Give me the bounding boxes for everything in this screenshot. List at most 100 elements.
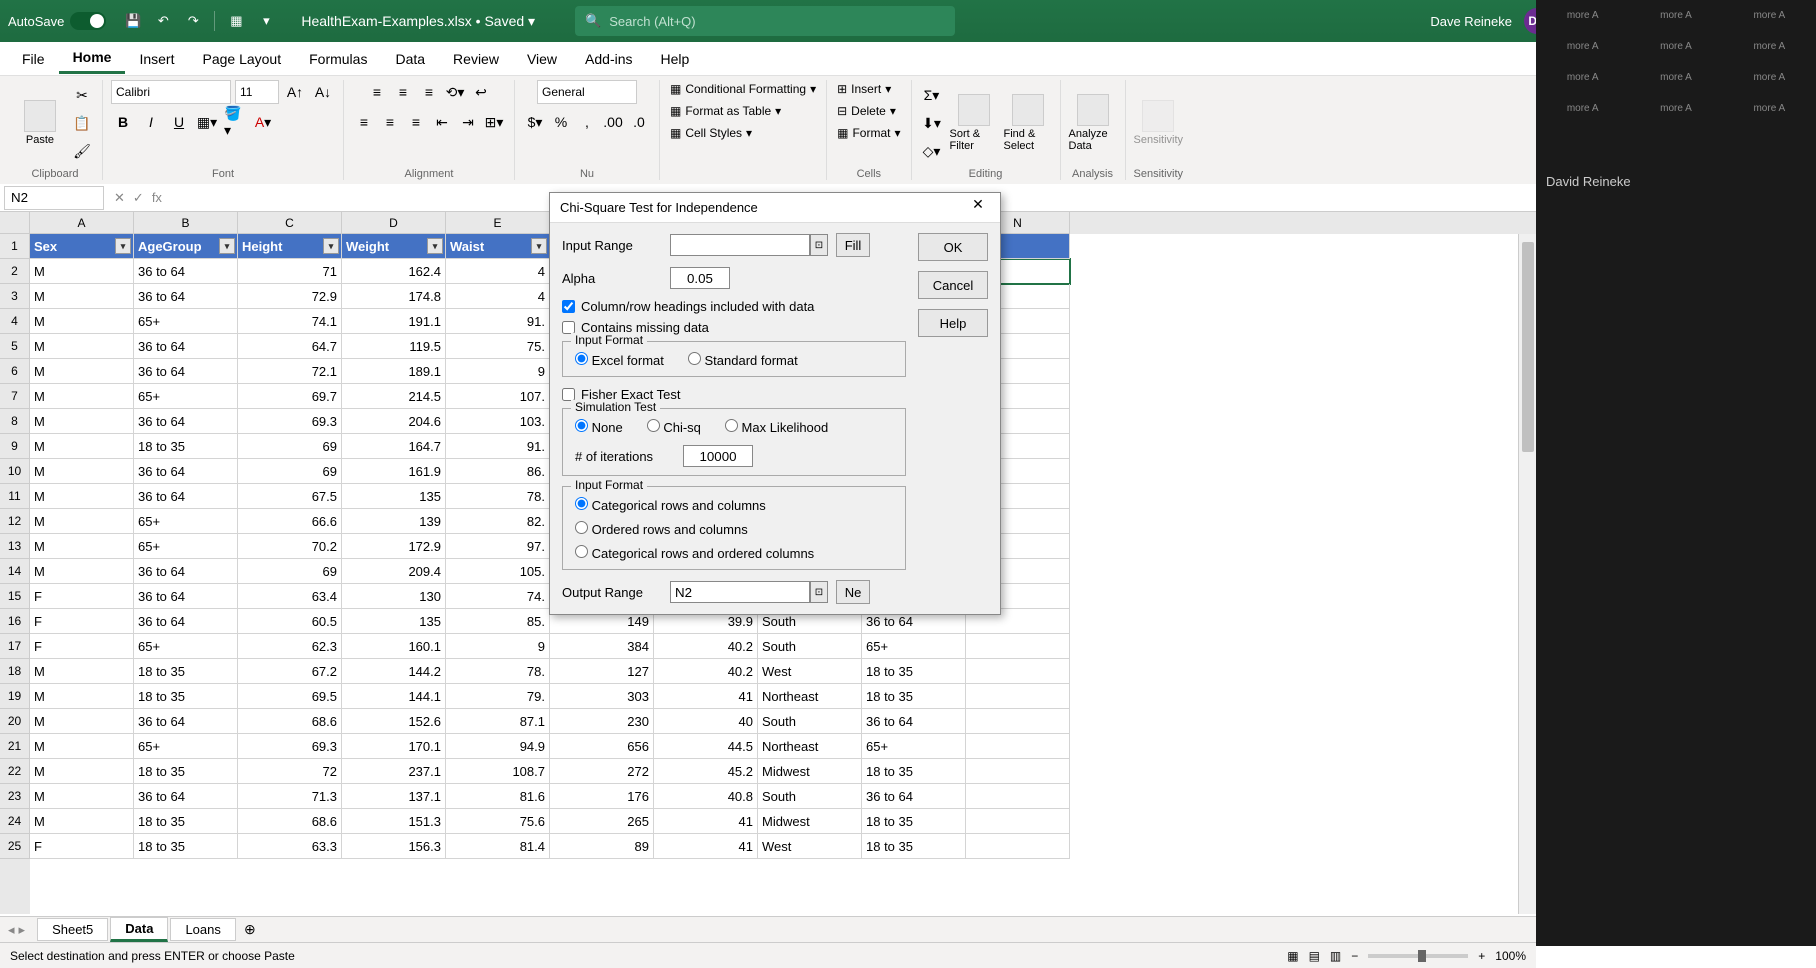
currency-icon[interactable]: $▾ [523,110,547,134]
row-header[interactable]: 7 [0,384,30,409]
accept-formula-icon[interactable]: ✓ [133,190,144,206]
undo-icon[interactable]: ↶ [152,10,174,32]
alpha-field[interactable] [670,267,730,289]
cell[interactable]: 265 [550,809,654,834]
cell[interactable]: 75.6 [446,809,550,834]
cell[interactable]: M [30,509,134,534]
fx-icon[interactable]: fx [152,190,162,206]
cell[interactable]: 65+ [862,634,966,659]
cell[interactable]: 63.3 [238,834,342,859]
insert-cells-button[interactable]: ⊞ Insert ▾ [835,80,893,98]
autosum-icon[interactable]: Σ▾ [920,83,944,107]
cell[interactable]: 209.4 [342,559,446,584]
cell[interactable]: 156.3 [342,834,446,859]
table-header-cell[interactable]: Waist▾ [446,234,550,259]
font-size-select[interactable] [235,80,279,104]
cell[interactable]: F [30,634,134,659]
cell[interactable]: 191.1 [342,309,446,334]
sensitivity-button[interactable]: Sensitivity [1134,100,1182,146]
cell[interactable]: 36 to 64 [862,784,966,809]
search-input[interactable]: 🔍 Search (Alt+Q) [575,6,955,36]
cell[interactable]: 107. [446,384,550,409]
sim-chisq-radio[interactable]: Chi-sq [647,419,701,435]
row-header[interactable]: 15 [0,584,30,609]
cell[interactable]: 130 [342,584,446,609]
cell[interactable]: 41 [654,809,758,834]
cell[interactable]: 45.2 [654,759,758,784]
cell[interactable]: 144.2 [342,659,446,684]
table-header-cell[interactable]: Height▾ [238,234,342,259]
dialog-close-button[interactable]: ✕ [966,196,990,220]
cell[interactable]: M [30,734,134,759]
cell[interactable] [966,684,1070,709]
cell[interactable]: 65+ [134,384,238,409]
align-mid-icon[interactable]: ≡ [391,80,415,104]
border-button[interactable]: ▦▾ [195,110,219,134]
cell[interactable]: 18 to 35 [862,834,966,859]
cell[interactable]: M [30,559,134,584]
cell[interactable]: 69.3 [238,409,342,434]
panel-thumb[interactable]: more A [1546,72,1619,83]
cell[interactable]: 65+ [134,534,238,559]
cell[interactable]: 75. [446,334,550,359]
ne-button[interactable]: Ne [836,580,870,604]
cell[interactable]: M [30,759,134,784]
row-header[interactable]: 3 [0,284,30,309]
align-top-icon[interactable]: ≡ [365,80,389,104]
cell[interactable]: 9 [446,634,550,659]
cell[interactable] [966,784,1070,809]
tab-page-layout[interactable]: Page Layout [188,45,295,73]
delete-cells-button[interactable]: ⊟ Delete ▾ [835,102,898,120]
cell[interactable]: 4 [446,259,550,284]
table-header-cell[interactable]: Weight▾ [342,234,446,259]
cell[interactable]: 119.5 [342,334,446,359]
cell[interactable]: 79. [446,684,550,709]
zoom-in-button[interactable]: + [1478,949,1485,963]
tab-addins[interactable]: Add-ins [571,45,646,73]
cell[interactable]: 69 [238,559,342,584]
cell[interactable]: 36 to 64 [134,259,238,284]
cell[interactable]: 18 to 35 [862,759,966,784]
cell[interactable]: 78. [446,484,550,509]
wrap-icon[interactable]: ↩ [469,80,493,104]
cell[interactable]: M [30,534,134,559]
col-header[interactable]: D [342,212,446,234]
fill-color-button[interactable]: 🪣▾ [223,110,247,134]
cell[interactable]: 272 [550,759,654,784]
cell[interactable]: 44.5 [654,734,758,759]
underline-button[interactable]: U [167,110,191,134]
cell[interactable]: M [30,284,134,309]
cell[interactable]: 94.9 [446,734,550,759]
cell[interactable]: F [30,609,134,634]
filter-arrow-icon[interactable]: ▾ [427,238,443,254]
cell[interactable]: M [30,359,134,384]
cell[interactable]: 72 [238,759,342,784]
cell[interactable]: 68.6 [238,809,342,834]
cell[interactable]: M [30,684,134,709]
cell[interactable]: 36 to 64 [134,359,238,384]
page-break-icon[interactable]: ▥ [1330,949,1341,963]
vertical-scrollbar[interactable] [1518,234,1536,914]
italic-button[interactable]: I [139,110,163,134]
merge-icon[interactable]: ⊞▾ [482,110,506,134]
cell[interactable]: M [30,334,134,359]
tab-file[interactable]: File [8,45,59,73]
iterations-field[interactable] [683,445,753,467]
cell[interactable]: M [30,259,134,284]
sheet-tab-data[interactable]: Data [110,917,168,942]
row-header[interactable]: 6 [0,359,30,384]
col-header[interactable]: B [134,212,238,234]
tab-help[interactable]: Help [647,45,704,73]
fill-icon[interactable]: ⬇▾ [920,111,944,135]
cell[interactable]: 9 [446,359,550,384]
cell[interactable]: 40.2 [654,634,758,659]
cell[interactable]: 41 [654,684,758,709]
cell[interactable]: 4 [446,284,550,309]
row-header[interactable]: 8 [0,409,30,434]
panel-thumb[interactable]: more A [1639,41,1712,52]
format-painter-icon[interactable]: 🖌 [70,139,94,163]
cell[interactable]: 36 to 64 [134,559,238,584]
indent-dec-icon[interactable]: ⇤ [430,110,454,134]
cell[interactable]: 161.9 [342,459,446,484]
cell[interactable]: 151.3 [342,809,446,834]
